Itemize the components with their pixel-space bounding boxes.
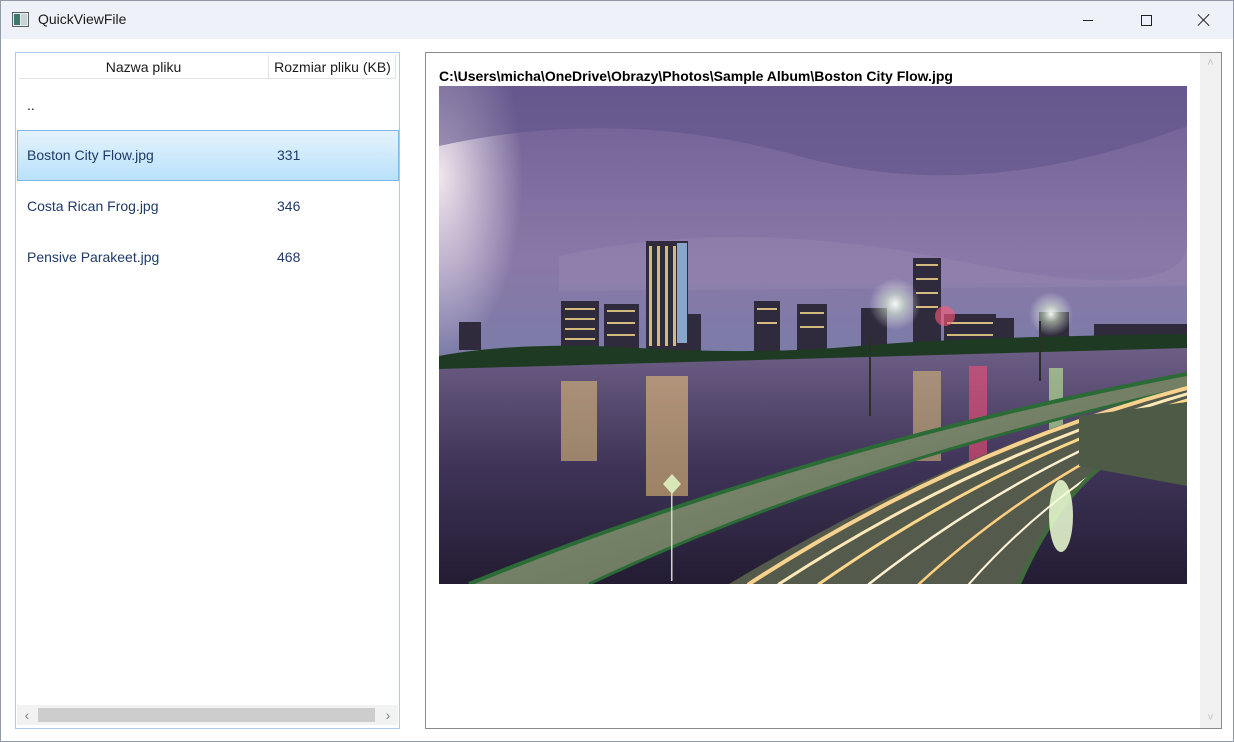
- list-item-size: 331: [277, 147, 301, 163]
- preview-image: [439, 86, 1187, 584]
- client-area: Nazwa pliku Rozmiar pliku (KB) .. Boston…: [1, 39, 1233, 741]
- minimize-icon: [1083, 19, 1093, 21]
- file-list[interactable]: Nazwa pliku Rozmiar pliku (KB) .. Boston…: [15, 52, 400, 729]
- minimize-button[interactable]: [1059, 1, 1117, 39]
- column-header-name[interactable]: Nazwa pliku: [19, 55, 269, 79]
- scrollbar-thumb[interactable]: [38, 708, 375, 722]
- column-header-size[interactable]: Rozmiar pliku (KB): [270, 55, 396, 79]
- list-header: Nazwa pliku Rozmiar pliku (KB): [19, 55, 396, 79]
- maximize-icon: [1140, 14, 1152, 26]
- list-item[interactable]: Boston City Flow.jpg 331: [17, 130, 399, 181]
- list-item-parent-folder[interactable]: ..: [17, 79, 399, 130]
- list-item-name: Pensive Parakeet.jpg: [27, 249, 160, 265]
- app-window: QuickViewFile Nazwa pliku Rozmiar pliku …: [0, 0, 1234, 742]
- chevron-left-icon[interactable]: ‹: [17, 705, 37, 725]
- maximize-button[interactable]: [1117, 1, 1175, 39]
- list-item-name: Boston City Flow.jpg: [27, 147, 154, 163]
- vertical-scrollbar[interactable]: ˄ ˅: [1200, 53, 1221, 728]
- list-rows: .. Boston City Flow.jpg 331 Costa Rican …: [17, 79, 399, 283]
- file-path-label: C:\Users\micha\OneDrive\Obrazy\Photos\Sa…: [439, 68, 953, 84]
- horizontal-scrollbar[interactable]: ‹ ›: [17, 705, 398, 725]
- close-button[interactable]: [1175, 1, 1233, 39]
- list-item-name: ..: [27, 97, 35, 113]
- preview-panel: C:\Users\micha\OneDrive\Obrazy\Photos\Sa…: [425, 52, 1222, 729]
- list-item-name: Costa Rican Frog.jpg: [27, 198, 159, 214]
- list-item-size: 346: [277, 198, 301, 214]
- chevron-up-icon[interactable]: ˄: [1200, 53, 1221, 73]
- list-item[interactable]: Costa Rican Frog.jpg 346: [17, 181, 399, 232]
- title-bar[interactable]: QuickViewFile: [1, 1, 1233, 39]
- list-item[interactable]: Pensive Parakeet.jpg 468: [17, 232, 399, 283]
- list-item-size: 468: [277, 249, 301, 265]
- app-icon: [12, 12, 29, 27]
- close-icon: [1197, 13, 1211, 27]
- chevron-down-icon[interactable]: ˅: [1200, 708, 1221, 728]
- window-title: QuickViewFile: [38, 11, 127, 27]
- chevron-right-icon[interactable]: ›: [378, 705, 398, 725]
